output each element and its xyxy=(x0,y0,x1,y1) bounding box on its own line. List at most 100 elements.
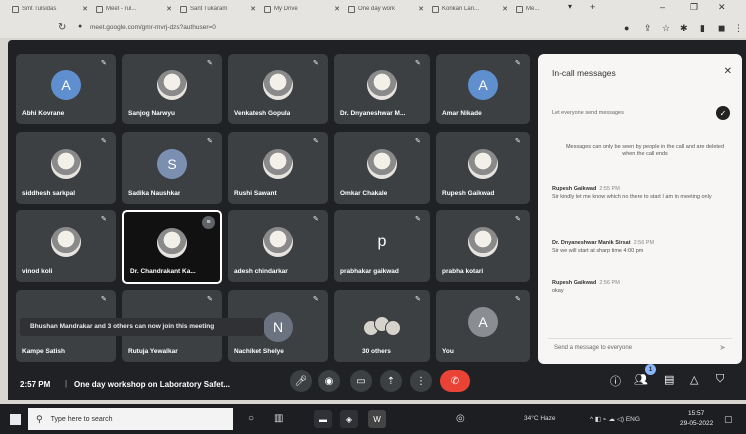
captions-button[interactable]: ▭ xyxy=(350,370,372,392)
task-view-icon[interactable]: ▥ xyxy=(274,413,283,424)
browser-tab[interactable]: Konkan Lan... ✕ xyxy=(428,2,512,16)
pin-icon[interactable]: ✎ xyxy=(313,216,320,223)
pin-icon[interactable]: ✎ xyxy=(313,138,320,145)
pin-icon[interactable]: ✎ xyxy=(207,296,214,303)
file-explorer-icon[interactable]: ▬ xyxy=(314,410,332,428)
browser-tab[interactable]: Smt Tulsidas ✕ xyxy=(8,2,92,16)
allow-messages-toggle[interactable]: ✓ xyxy=(716,106,730,120)
windows-start-icon[interactable] xyxy=(10,414,21,425)
pin-icon[interactable]: ✎ xyxy=(515,296,522,303)
close-icon[interactable]: ✕ xyxy=(82,5,88,13)
participant-tile[interactable]: ✎ Dr. Dnyaneshwar M... xyxy=(334,54,430,124)
chrome-taskbar-icon[interactable]: ◎ xyxy=(456,413,465,424)
close-icon[interactable]: ✕ xyxy=(250,5,256,13)
pin-icon[interactable]: ✎ xyxy=(207,138,214,145)
pin-icon[interactable]: ✎ xyxy=(101,296,108,303)
avatar: N xyxy=(263,312,293,343)
pin-icon[interactable]: ✎ xyxy=(313,296,320,303)
star-icon[interactable]: ☆ xyxy=(662,23,670,34)
message-time: 2:55 PM xyxy=(599,186,620,192)
more-options-button[interactable]: ⋮ xyxy=(410,370,432,392)
tab-search-icon[interactable]: ▾ xyxy=(568,2,572,11)
active-speaker-tile[interactable]: ≡ Dr. Chandrakant Ka... xyxy=(122,210,222,284)
minimize-icon[interactable]: – xyxy=(660,2,665,12)
participant-tile[interactable]: ✎ S Sadika Naushkar xyxy=(122,132,222,204)
people-icon[interactable]: 👥︎ xyxy=(634,373,648,386)
menu-icon[interactable]: ⋮ xyxy=(734,23,743,34)
system-tray[interactable]: ^ ◧ ⌁ ☁ ◁) ENG xyxy=(590,415,640,423)
participant-tile[interactable]: ✎ vinod koli xyxy=(16,210,116,282)
notification-icon[interactable]: ▢ xyxy=(724,414,733,425)
window-close-icon[interactable]: ✕ xyxy=(718,2,726,13)
browser-tab[interactable]: Sant Tukaram ✕ xyxy=(176,2,260,16)
close-icon[interactable]: ✕ xyxy=(166,5,172,13)
chat-message: Rupesh Gaikwad 2:56 PM okay xyxy=(552,280,732,295)
participant-tile[interactable]: ✎ Sanjog Narwyu xyxy=(122,54,222,124)
browser-tab[interactable]: Meet - rul... ✕ xyxy=(92,2,176,16)
close-icon[interactable]: ✕ xyxy=(334,5,340,13)
participant-tile[interactable]: ✎ p prabhakar gaikwad xyxy=(334,210,430,282)
participant-tile[interactable]: ✎ Omkar Chakale xyxy=(334,132,430,204)
extension-icon[interactable]: ✱ xyxy=(680,23,688,34)
word-icon[interactable]: W xyxy=(368,410,386,428)
close-icon[interactable]: ✕ xyxy=(502,5,508,13)
pin-icon[interactable]: ✎ xyxy=(515,60,522,67)
camera-icon[interactable]: ● xyxy=(624,23,629,33)
browser-tab[interactable]: One day work ✕ xyxy=(344,2,428,16)
end-call-button[interactable]: ✆ xyxy=(440,370,470,392)
present-button[interactable]: ⇡ xyxy=(380,370,402,392)
participant-tile[interactable]: ✎ prabha kotari xyxy=(436,210,530,282)
close-icon[interactable]: ✕ xyxy=(724,66,732,77)
pin-icon[interactable]: ✎ xyxy=(415,138,422,145)
participant-tile[interactable]: ✎ siddhesh sarkpal xyxy=(16,132,116,204)
participant-name: Dr. Dnyaneshwar M... xyxy=(340,110,406,117)
send-icon[interactable]: ➤ xyxy=(719,343,726,352)
lock-icon[interactable]: ● xyxy=(78,23,82,30)
pin-icon[interactable]: ✎ xyxy=(415,296,422,303)
taskbar-search[interactable]: ⚲ Type here to search xyxy=(28,408,233,430)
participant-tile[interactable]: ✎ Rushi Sawant xyxy=(228,132,328,204)
share-icon[interactable]: ⇪ xyxy=(644,23,652,34)
pin-icon[interactable]: ✎ xyxy=(207,60,214,67)
microphone-button[interactable]: 🎤︎ xyxy=(290,370,312,392)
pin-icon[interactable]: ✎ xyxy=(415,216,422,223)
chat-icon[interactable]: ▤ xyxy=(664,373,674,386)
chat-input[interactable]: Send a message to everyone ➤ xyxy=(548,338,732,354)
participant-tile[interactable]: ✎ Venkatesh Gopula xyxy=(228,54,328,124)
participant-tile[interactable]: ✎ A Abhi Kovrane xyxy=(16,54,116,124)
info-icon[interactable]: ⓘ xyxy=(610,373,621,389)
new-tab-icon[interactable]: + xyxy=(590,2,595,12)
self-tile[interactable]: ✎ A You xyxy=(436,290,530,362)
browser-taskbar-icon[interactable]: ◈ xyxy=(340,410,358,428)
close-icon[interactable]: ✕ xyxy=(418,5,424,13)
host-controls-icon[interactable]: ⛉ xyxy=(716,373,724,386)
browser-tab[interactable]: My Drive ✕ xyxy=(260,2,344,16)
cortana-icon[interactable]: ○ xyxy=(248,413,254,424)
participant-tile[interactable]: ✎ adesh chindarkar xyxy=(228,210,328,282)
maximize-icon[interactable]: ❐ xyxy=(690,2,698,13)
pin-icon[interactable]: ✎ xyxy=(515,138,522,145)
participant-tile[interactable]: ✎ Rupesh Gaikwad xyxy=(436,132,530,204)
chat-message: Rupesh Gaikwad 2:55 PM Sir kindly let me … xyxy=(552,186,732,201)
pin-icon[interactable]: ✎ xyxy=(101,60,108,67)
clock-time[interactable]: 15:57 xyxy=(688,410,704,417)
avatar xyxy=(468,226,498,257)
pin-icon[interactable]: ✎ xyxy=(101,138,108,145)
participant-tile[interactable]: ✎ 30 others xyxy=(334,290,430,362)
profile-icon[interactable]: ◼ xyxy=(718,23,725,34)
avatar xyxy=(157,69,187,100)
activities-icon[interactable]: △ xyxy=(690,373,698,386)
participant-tile[interactable]: ✎ A Amar Nikade xyxy=(436,54,530,124)
pin-icon[interactable]: ✎ xyxy=(101,216,108,223)
pin-icon[interactable]: ✎ xyxy=(415,60,422,67)
weather-widget[interactable]: 34°C Haze xyxy=(524,415,556,422)
pin-icon[interactable]: ✎ xyxy=(515,216,522,223)
clock-date[interactable]: 29-05-2022 xyxy=(680,420,713,427)
url-field[interactable]: meet.google.com/gmr-mvrj-dzs?authuser=0 xyxy=(90,24,216,31)
language-indicator[interactable]: ENG xyxy=(626,416,640,423)
reload-icon[interactable]: ↻ xyxy=(58,22,66,33)
camera-button[interactable]: ◉ xyxy=(318,370,340,392)
browser-tab[interactable]: Me... xyxy=(512,2,562,16)
sidebar-icon[interactable]: ▮ xyxy=(700,23,705,34)
pin-icon[interactable]: ✎ xyxy=(313,60,320,67)
